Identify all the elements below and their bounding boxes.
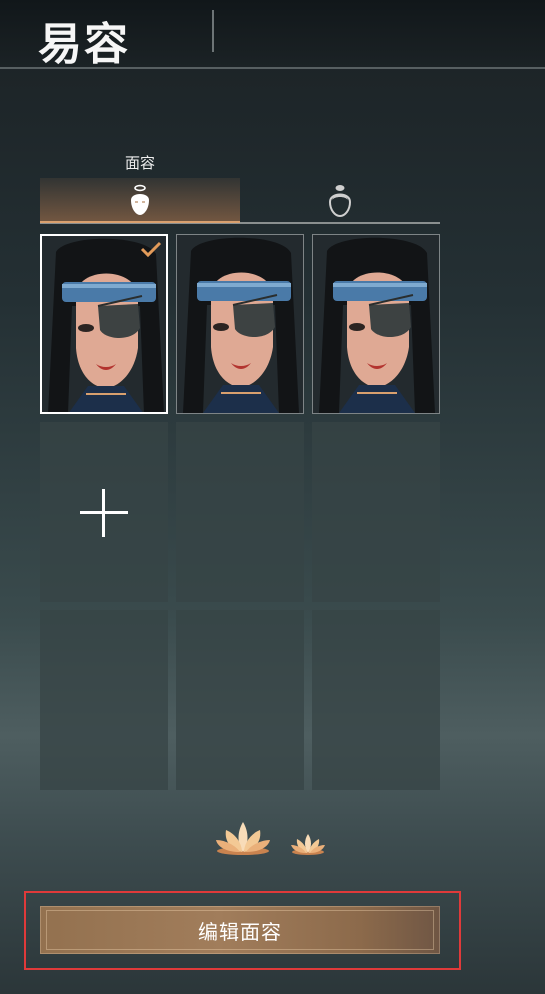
category-tabs [40, 178, 440, 224]
empty-preset-slot [312, 610, 440, 790]
empty-preset-slot [176, 610, 304, 790]
active-tab-label: 面容 [124, 154, 155, 172]
selected-check-icon [140, 241, 162, 258]
preset-slot-1[interactable] [40, 234, 168, 414]
preset-slot-2[interactable] [176, 234, 304, 414]
tab-hair[interactable] [240, 178, 440, 222]
page-title: 易容 [38, 19, 130, 70]
add-preset-button[interactable] [40, 422, 168, 602]
face-head-icon [131, 184, 149, 215]
empty-preset-slot [176, 422, 304, 602]
preset-slot-3[interactable] [312, 234, 440, 414]
lotus-icon [216, 822, 270, 855]
empty-preset-slot [40, 610, 168, 790]
edit-face-button[interactable]: 编辑面容 [40, 906, 440, 954]
character-portrait [177, 235, 303, 413]
top-bar: 易容 [0, 0, 545, 70]
character-portrait [313, 235, 439, 413]
tab-face[interactable] [40, 178, 240, 223]
preset-grid [40, 234, 440, 790]
plus-icon [102, 489, 105, 537]
button-inner-frame [46, 910, 434, 950]
empty-preset-slot [312, 422, 440, 602]
hair-head-icon [328, 185, 352, 218]
lotus-icon [291, 834, 325, 855]
character-portrait [42, 236, 166, 412]
title-divider [212, 10, 214, 52]
